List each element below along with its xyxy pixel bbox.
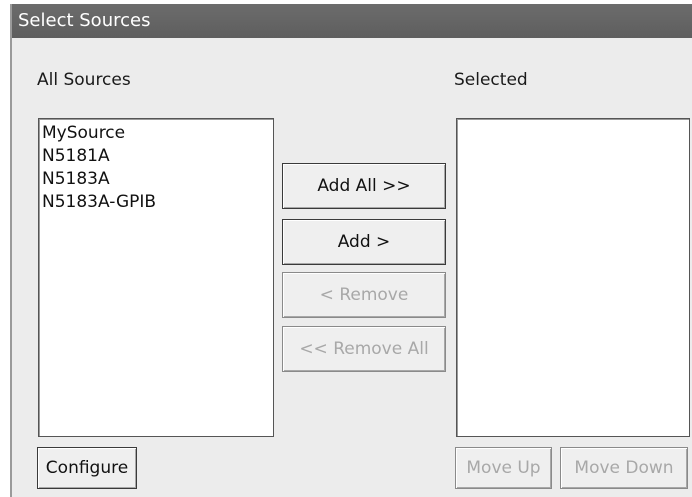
configure-button[interactable]: Configure — [37, 447, 137, 489]
add-button[interactable]: Add > — [282, 219, 446, 265]
list-item[interactable]: N5181A — [42, 145, 270, 168]
select-sources-dialog: Select Sources All Sources Selected MySo… — [10, 4, 692, 497]
list-item[interactable]: N5183A-GPIB — [42, 191, 270, 214]
window-title: Select Sources — [18, 10, 151, 31]
remove-all-button[interactable]: << Remove All — [282, 326, 446, 372]
move-down-button[interactable]: Move Down — [560, 447, 688, 489]
remove-button[interactable]: < Remove — [282, 272, 446, 318]
all-sources-label: All Sources — [37, 70, 131, 90]
selected-label: Selected — [454, 70, 528, 90]
move-up-button[interactable]: Move Up — [455, 447, 552, 489]
list-item[interactable]: MySource — [42, 122, 270, 145]
all-sources-list[interactable]: MySource N5181A N5183A N5183A-GPIB — [38, 118, 274, 437]
list-item[interactable]: N5183A — [42, 168, 270, 191]
title-bar: Select Sources — [12, 4, 692, 38]
add-all-button[interactable]: Add All >> — [282, 163, 446, 209]
selected-list[interactable] — [456, 118, 690, 437]
